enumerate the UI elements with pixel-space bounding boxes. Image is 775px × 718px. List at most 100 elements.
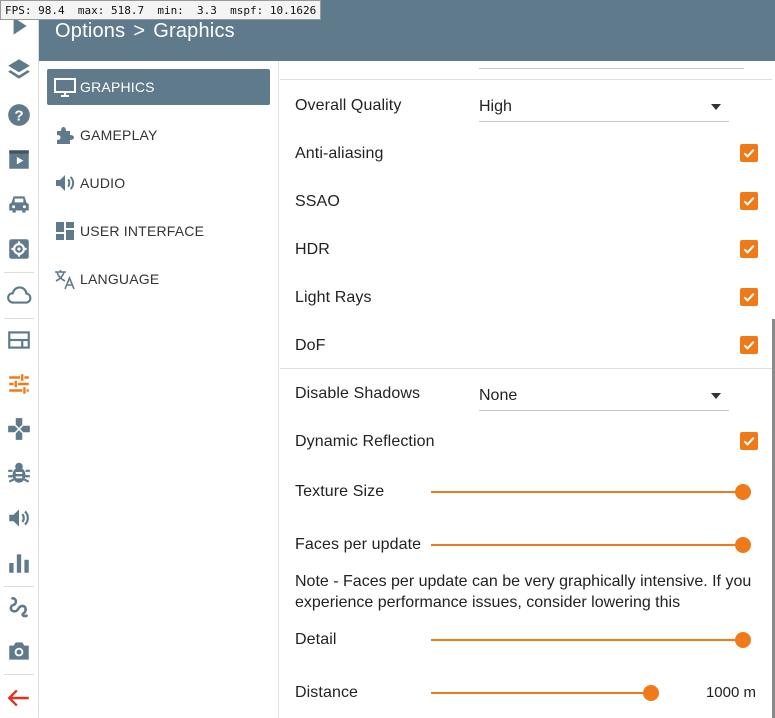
sliders-icon <box>9 374 29 394</box>
setting-label: Disable Shadows <box>295 385 421 402</box>
svg-text:?: ? <box>14 107 23 124</box>
faces-per-update-note: Note - Faces per update can be very grap… <box>295 573 752 611</box>
light-rays-checkbox[interactable] <box>740 288 758 306</box>
rail-cloud-button[interactable] <box>0 273 38 317</box>
category-audio[interactable]: AUDIO <box>47 165 270 201</box>
check-icon <box>743 196 755 206</box>
chevron-down-icon <box>711 392 721 399</box>
chevron-down-icon <box>711 103 721 110</box>
setting-label: SSAO <box>295 193 340 210</box>
rail-debug-button[interactable] <box>0 451 38 495</box>
setting-light-rays: Light Rays <box>295 274 755 322</box>
slider-thumb[interactable] <box>735 484 751 500</box>
options-category-list: GRAPHICS GAMEPLAY AUDIO USER INTERFACE L… <box>39 61 279 718</box>
texture-size-slider[interactable] <box>431 484 751 500</box>
category-user-interface[interactable]: USER INTERFACE <box>47 213 270 249</box>
setting-dof: DoF <box>295 322 755 370</box>
distance-value: 1000 m <box>705 684 756 701</box>
setting-hdr: HDR <box>295 226 755 274</box>
breadcrumb: Options > Graphics <box>55 20 235 43</box>
section-divider <box>280 79 772 80</box>
select-value: None <box>479 386 518 404</box>
breadcrumb-graphics: Graphics <box>153 20 235 42</box>
slider-track <box>431 544 743 546</box>
icon-rail: ? <box>0 0 39 718</box>
rail-divider <box>4 674 34 675</box>
setting-anti-aliasing: Anti-aliasing <box>295 130 755 178</box>
setting-label: Dynamic Reflection <box>295 433 435 450</box>
cloud-icon <box>7 286 32 304</box>
setting-label: Light Rays <box>295 289 372 306</box>
category-label: AUDIO <box>80 175 126 191</box>
check-icon <box>743 340 755 350</box>
detail-slider[interactable] <box>431 632 751 648</box>
fps-overlay: FPS: 98.4 max: 518.7 min: 3.3 mspf: 10.1… <box>0 0 322 20</box>
dynamic-reflection-checkbox[interactable] <box>740 432 758 450</box>
volume-icon <box>52 170 78 196</box>
setting-label: Overall Quality <box>295 97 402 114</box>
breadcrumb-options[interactable]: Options <box>55 20 125 42</box>
bar-chart-icon <box>9 554 29 573</box>
graphics-settings-panel: Overall Quality High Anti-aliasing SSAO … <box>280 61 775 718</box>
rail-gamepad-button[interactable] <box>0 407 38 451</box>
monitor-icon <box>52 74 78 100</box>
setting-dynamic-reflection: Dynamic Reflection <box>295 418 755 466</box>
rail-layout-button[interactable] <box>0 318 38 362</box>
rail-route-button[interactable] <box>0 585 38 629</box>
section-divider <box>280 368 772 369</box>
select-value: High <box>479 97 512 115</box>
overall-quality-select[interactable]: High <box>479 92 729 122</box>
rail-options-button[interactable] <box>0 362 38 406</box>
video-icon <box>9 150 29 169</box>
rail-back-button[interactable] <box>0 676 38 718</box>
category-label: GRAPHICS <box>80 79 155 95</box>
dof-checkbox[interactable] <box>740 336 758 354</box>
setting-label: Detail <box>295 631 337 648</box>
gamepad-icon <box>8 418 30 440</box>
slider-thumb[interactable] <box>735 537 751 553</box>
category-label: USER INTERFACE <box>80 223 205 239</box>
setting-label: Anti-aliasing <box>295 145 384 162</box>
check-icon <box>743 244 755 254</box>
category-label: GAMEPLAY <box>80 127 158 143</box>
slider-track <box>431 491 743 493</box>
rail-car-button[interactable] <box>0 182 38 226</box>
rail-help-button[interactable]: ? <box>0 93 38 137</box>
disable-shadows-select[interactable]: None <box>479 381 729 411</box>
breadcrumb-separator: > <box>133 20 146 42</box>
layers-icon <box>8 59 30 79</box>
slider-thumb[interactable] <box>643 685 659 701</box>
bug-icon <box>8 462 30 483</box>
setting-label: Distance <box>295 684 359 701</box>
puzzle-icon <box>52 122 78 148</box>
clipped-dropdown[interactable] <box>479 61 744 69</box>
anti-aliasing-checkbox[interactable] <box>740 144 758 162</box>
setting-ssao: SSAO <box>295 178 755 226</box>
volume-icon <box>9 509 29 527</box>
category-label: LANGUAGE <box>80 271 160 287</box>
slider-thumb[interactable] <box>735 632 751 648</box>
category-graphics[interactable]: GRAPHICS <box>47 69 270 105</box>
slider-track <box>431 692 651 694</box>
setting-label: Faces per update <box>295 536 422 553</box>
check-icon <box>743 148 755 158</box>
ssao-checkbox[interactable] <box>740 192 758 210</box>
help-icon: ? <box>8 104 30 126</box>
distance-slider[interactable] <box>431 685 659 701</box>
category-language[interactable]: LANGUAGE <box>47 261 270 297</box>
rail-layers-button[interactable] <box>0 47 38 91</box>
setting-label: HDR <box>295 241 330 258</box>
layout-icon <box>8 331 30 349</box>
rail-stats-button[interactable] <box>0 541 38 585</box>
hdr-checkbox[interactable] <box>740 240 758 258</box>
rail-settings-button[interactable] <box>0 227 38 271</box>
check-icon <box>743 436 755 446</box>
category-gameplay[interactable]: GAMEPLAY <box>47 117 270 153</box>
rail-video-button[interactable] <box>0 137 38 181</box>
faces-per-update-slider[interactable] <box>431 537 751 553</box>
rail-audio-button[interactable] <box>0 496 38 540</box>
route-icon <box>9 597 28 618</box>
dashboard-icon <box>52 218 78 244</box>
camera-icon <box>9 642 29 660</box>
rail-screenshot-button[interactable] <box>0 629 38 673</box>
